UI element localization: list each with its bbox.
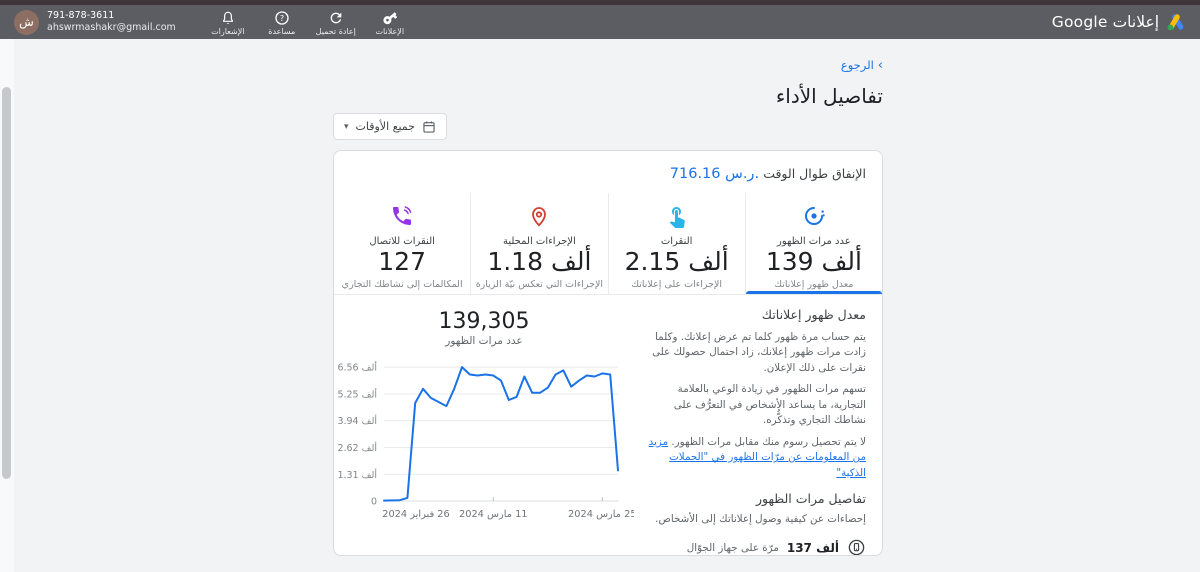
metric-tile-clicks[interactable]: النقرات 2.15 ألف الإجراءات على إعلاناتك bbox=[609, 193, 746, 294]
topbar-nav: الإعلانات إعادة تحميل ? مساعدة الإشعارات bbox=[202, 8, 416, 36]
selected-tab-indicator bbox=[745, 291, 882, 294]
card-body: معدل ظهور إعلاناتك يتم حساب مرة ظهور كلم… bbox=[334, 295, 882, 555]
spend-value: 716.16 ر.س. bbox=[669, 166, 760, 182]
topnav-help-label: مساعدة bbox=[268, 27, 296, 36]
detail-value: 137 ألف bbox=[786, 540, 839, 555]
chart-y-tick-label: 0 bbox=[371, 497, 377, 508]
topnav-ads-label: الإعلانات bbox=[375, 27, 405, 36]
topbar: إعلانات Google الإعلانات إعادة تحميل ? م… bbox=[0, 5, 1200, 39]
svg-text:?: ? bbox=[280, 14, 284, 23]
metric-value: 2.15 ألف bbox=[624, 247, 729, 276]
back-link[interactable]: › الرجوع bbox=[841, 58, 883, 72]
detail-row-mobile: 137 ألف مرّة على جهاز الجوّال bbox=[640, 533, 866, 555]
topnav-help[interactable]: ? مساعدة bbox=[256, 8, 308, 36]
topnav-ads[interactable]: الإعلانات bbox=[364, 8, 416, 36]
metric-tabs: عدد مرات الظهور 139 ألف معدل ظهور إعلانا… bbox=[334, 193, 882, 295]
metric-value: 139 ألف bbox=[765, 247, 862, 276]
chart-x-tick-label: 11 مارس 2024 bbox=[459, 509, 528, 520]
metric-value: 127 bbox=[378, 247, 426, 276]
account-menu[interactable]: ش 791-878-3611 ahswrmashakr@gmail.com bbox=[14, 9, 176, 35]
metric-tile-impressions[interactable]: عدد مرات الظهور 139 ألف معدل ظهور إعلانا… bbox=[745, 193, 882, 294]
chart-y-tick-label: 3.94 ألف bbox=[337, 414, 377, 427]
page-scrollbar-thumb[interactable] bbox=[2, 87, 11, 479]
back-label: الرجوع bbox=[840, 58, 874, 72]
notifications-bell-icon bbox=[222, 11, 233, 24]
details-heading: تفاصيل مرات الظهور bbox=[755, 490, 866, 506]
page-title: تفاصيل الأداء bbox=[775, 84, 883, 108]
metric-label: عدد مرات الظهور bbox=[777, 236, 851, 247]
metric-value: 1.18 ألف bbox=[487, 247, 592, 276]
account-phone: 791-878-3611 bbox=[47, 10, 115, 22]
google-ads-logo-icon bbox=[1167, 14, 1184, 31]
metric-label: النقرات bbox=[660, 236, 693, 247]
metric-sublabel: الإجراءات التي تعكس نيّة الزيارة bbox=[475, 278, 604, 290]
avatar[interactable]: ش bbox=[14, 9, 39, 35]
metric-label: النقرات للاتصال bbox=[369, 236, 435, 247]
chart-subtitle: عدد مرات الظهور bbox=[445, 335, 523, 347]
phone-call-icon bbox=[393, 206, 412, 225]
info-paragraph-1: يتم حساب مرة ظهور كلما تم عرض إعلانك. وك… bbox=[652, 331, 866, 374]
chart-y-tick-label: 2.62 ألف bbox=[337, 441, 377, 454]
metric-sublabel: المكالمات إلى نشاطك التجاري bbox=[341, 278, 463, 290]
info-note-text: لا يتم تحصيل رسوم منك مقابل مرات الظهور. bbox=[671, 435, 866, 448]
back-chevron-icon: › bbox=[877, 57, 883, 73]
brand-wordmark: إعلانات Google bbox=[1051, 13, 1159, 31]
chart-x-tick-label: 26 فبراير 2024 bbox=[382, 509, 450, 520]
chart-x-tick-label: 25 مارس 2024 bbox=[568, 509, 634, 520]
spend-label: الإنفاق طوال الوقت bbox=[763, 166, 866, 181]
calendar-icon bbox=[423, 120, 435, 133]
metric-sublabel: معدل ظهور إعلاناتك bbox=[774, 278, 854, 290]
chart-line-series bbox=[383, 366, 619, 502]
clicks-touch-icon bbox=[669, 207, 685, 228]
chevron-down-icon: ▾ bbox=[344, 121, 349, 132]
chart-y-tick-label: 5.25 ألف bbox=[337, 387, 377, 400]
impressions-eye-icon bbox=[804, 207, 825, 225]
info-heading: معدل ظهور إعلاناتك bbox=[761, 307, 866, 322]
account-info: 791-878-3611 ahswrmashakr@gmail.com bbox=[47, 10, 176, 34]
metric-tile-call-clicks[interactable]: النقرات للاتصال 127 المكالمات إلى نشاطك … bbox=[334, 193, 472, 294]
spend-summary: الإنفاق طوال الوقت 716.16 ر.س. bbox=[334, 151, 882, 193]
chart-y-tick-label: 6.56 ألف bbox=[337, 361, 377, 374]
account-email: ahswrmashakr@gmail.com bbox=[47, 22, 176, 33]
google-ads-brand[interactable]: إعلانات Google bbox=[1052, 13, 1186, 31]
metric-tile-local-actions[interactable]: الإجراءات المحلية 1.18 ألف الإجراءات الت… bbox=[471, 193, 609, 294]
chart-column: 139,305 عدد مرات الظهور 0 1.31 ألف 2.62 أل… bbox=[334, 295, 634, 555]
impressions-chart: 0 1.31 ألف 2.62 ألف 3.94 ألف 5.25 ألف 6.56 أل… bbox=[337, 361, 634, 520]
google-ads-performance-page: إعلانات Google الإعلانات إعادة تحميل ? م… bbox=[0, 0, 1200, 572]
topnav-notifications[interactable]: الإشعارات bbox=[202, 8, 254, 36]
topnav-reload[interactable]: إعادة تحميل bbox=[310, 8, 362, 36]
location-pin-icon bbox=[532, 207, 547, 227]
mobile-device-icon bbox=[848, 540, 865, 555]
reload-icon bbox=[330, 12, 342, 24]
info-paragraph-2: تسهم مرات الظهور في زيادة الوعي بالعلامة… bbox=[673, 383, 866, 427]
date-range-label: جميع الأوقات bbox=[355, 120, 415, 133]
date-range-button[interactable]: جميع الأوقات ▾ bbox=[333, 113, 447, 140]
impressions-info-panel: معدل ظهور إعلاناتك يتم حساب مرة ظهور كلم… bbox=[634, 295, 882, 555]
metric-label: الإجراءات المحلية bbox=[502, 236, 576, 247]
chart-y-tick-label: 1.31 ألف bbox=[337, 468, 377, 481]
ads-key-icon bbox=[383, 12, 397, 25]
details-subtext: إحصاءات عن كيفية وصول إعلاناتك إلى الأشخ… bbox=[655, 512, 866, 525]
metric-sublabel: الإجراءات على إعلاناتك bbox=[631, 278, 723, 290]
chart-total-value: 139,305 bbox=[438, 309, 530, 334]
info-note: لا يتم تحصيل رسوم منك مقابل مرات الظهور.… bbox=[640, 435, 866, 481]
performance-card: الإنفاق طوال الوقت 716.16 ر.س. عدد مرات … bbox=[333, 150, 883, 556]
help-icon: ? bbox=[275, 11, 289, 25]
page-scrollbar-track[interactable] bbox=[0, 39, 14, 572]
topnav-reload-label: إعادة تحميل bbox=[315, 27, 356, 36]
topnav-notifications-label: الإشعارات bbox=[211, 27, 245, 36]
detail-label: مرّة على جهاز الجوّال bbox=[686, 541, 779, 554]
